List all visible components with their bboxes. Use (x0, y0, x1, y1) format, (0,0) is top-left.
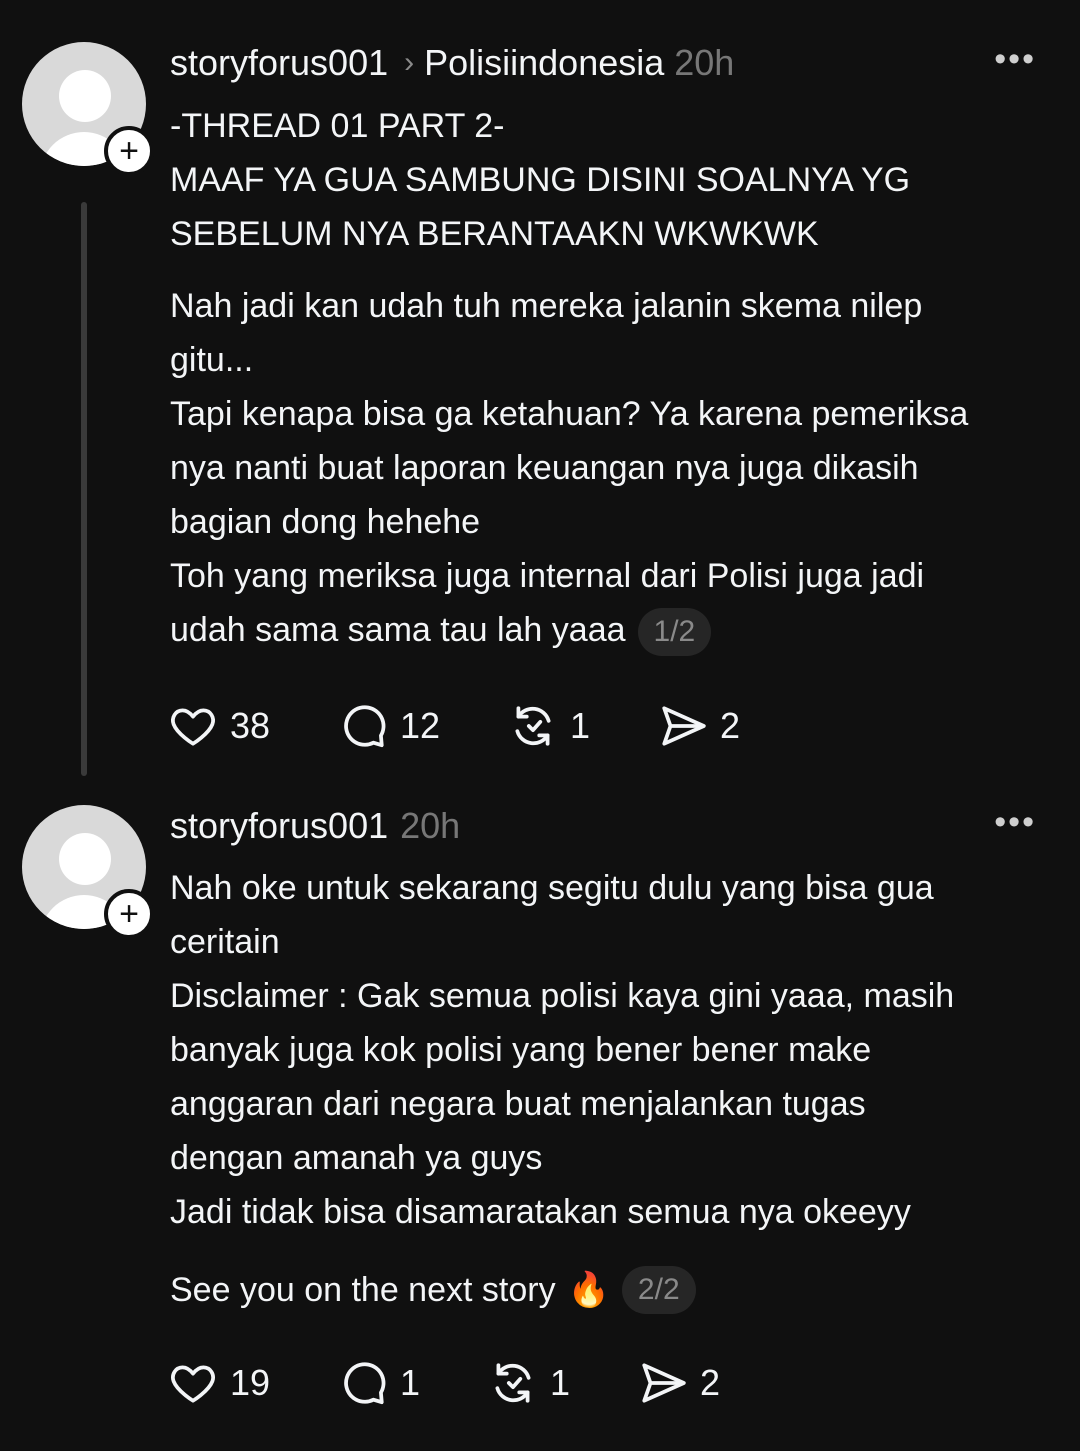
post-body: Nah jadi kan udah tuh mereka jalanin ske… (170, 279, 1050, 657)
share-count: 2 (700, 1362, 721, 1403)
title-line: SEBELUM NYA BERANTAAKN WKWKWK (170, 215, 819, 253)
timestamp: 20h (674, 42, 735, 83)
share-count: 2 (720, 705, 741, 746)
post-header: storyforus001 20h (170, 801, 460, 851)
community-name[interactable]: Polisiindonesia (424, 42, 664, 84)
body-line: Jadi tidak bisa disamaratakan semua nya … (170, 1193, 911, 1231)
action-bar: 19 1 1 2 (168, 1353, 720, 1413)
avatar[interactable]: + (22, 42, 154, 176)
page-indicator-badge: 1/2 (637, 608, 712, 657)
post-body: Nah oke untuk sekarang segitu dulu yang … (170, 861, 1050, 1239)
body-line-last: udah sama sama tau lah yaaa 1/2 (170, 603, 1050, 657)
post-closing-line: See you on the next story 🔥 2/2 (170, 1263, 1050, 1317)
username[interactable]: storyforus001 (170, 42, 388, 84)
body-line: Nah oke untuk sekarang segitu dulu yang … (170, 869, 934, 907)
timestamp: 20h (400, 805, 461, 846)
comment-icon (344, 705, 386, 748)
fire-emoji-icon: 🔥 (567, 1271, 610, 1309)
body-line: anggaran dari negara buat menjalankan tu… (170, 1085, 866, 1123)
repost-button[interactable]: 1 (488, 1358, 638, 1408)
body-line: Nah jadi kan udah tuh mereka jalanin ske… (170, 287, 923, 325)
reply-button[interactable]: 12 (338, 701, 508, 751)
share-icon (662, 706, 706, 746)
body-line: banyak juga kok polisi yang bener bener … (170, 1031, 872, 1069)
thread-post-2: + storyforus001 20h ••• Nah oke untuk se… (0, 790, 1080, 1451)
action-bar: 38 12 1 2 (168, 696, 740, 756)
follow-plus-icon[interactable]: + (104, 126, 154, 176)
body-line: ceritain (170, 923, 280, 961)
heart-icon (171, 1365, 215, 1403)
thread-connector-line (81, 202, 87, 776)
post-title: -THREAD 01 PART 2- MAAF YA GUA SAMBUNG D… (170, 99, 1050, 261)
like-button[interactable]: 19 (168, 1358, 338, 1408)
like-count: 19 (230, 1362, 271, 1403)
reply-button[interactable]: 1 (338, 1358, 488, 1408)
like-count: 38 (230, 705, 271, 746)
heart-icon (171, 708, 215, 746)
repost-icon (495, 1363, 531, 1403)
title-line: MAAF YA GUA SAMBUNG DISINI SOALNYA YG (170, 161, 911, 199)
body-line: gitu... (170, 341, 254, 379)
avatar[interactable]: + (22, 805, 154, 939)
comment-icon (344, 1362, 386, 1405)
body-line: bagian dong hehehe (170, 503, 481, 541)
more-options-icon[interactable]: ••• (994, 805, 1036, 839)
username[interactable]: storyforus001 (170, 805, 388, 847)
closing-text: See you on the next story (170, 1271, 556, 1309)
body-line: Tapi kenapa bisa ga ketahuan? Ya karena … (170, 395, 969, 433)
body-line: nya nanti buat laporan keuangan nya juga… (170, 449, 919, 487)
body-line: Disclaimer : Gak semua polisi kaya gini … (170, 977, 955, 1015)
repost-count: 1 (570, 705, 591, 746)
share-button[interactable]: 2 (658, 701, 740, 751)
body-line-text: udah sama sama tau lah yaaa (170, 611, 626, 649)
body-line: Toh yang meriksa juga internal dari Poli… (170, 557, 925, 595)
reply-count: 12 (400, 705, 441, 746)
page-indicator-badge: 2/2 (621, 1266, 696, 1314)
more-options-icon[interactable]: ••• (994, 42, 1036, 76)
chevron-right-icon: › (404, 46, 415, 79)
body-line: dengan amanah ya guys (170, 1139, 543, 1177)
title-line: -THREAD 01 PART 2- (170, 107, 505, 145)
thread-post-1: + storyforus001 › Polisiindonesia 20h ••… (0, 0, 1080, 790)
reply-count: 1 (400, 1362, 421, 1403)
share-button[interactable]: 2 (638, 1358, 720, 1408)
like-button[interactable]: 38 (168, 701, 338, 751)
share-icon (642, 1363, 686, 1403)
follow-plus-icon[interactable]: + (104, 889, 154, 939)
repost-count: 1 (550, 1362, 571, 1403)
repost-icon (515, 706, 551, 746)
post-header: storyforus001 › Polisiindonesia 20h (170, 38, 734, 88)
repost-button[interactable]: 1 (508, 701, 658, 751)
